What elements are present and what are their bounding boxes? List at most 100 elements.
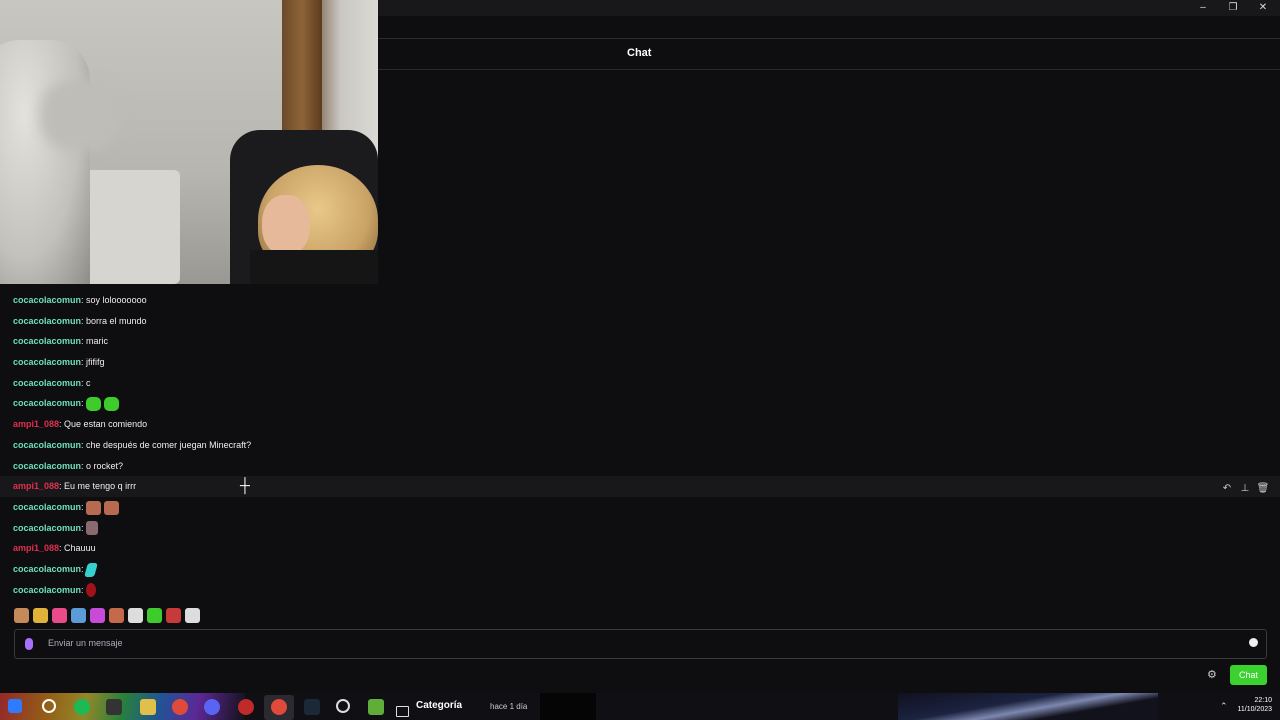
- webcam-armchair: [80, 170, 180, 284]
- webcam-person: [0, 40, 90, 284]
- discord-icon[interactable]: [204, 699, 220, 715]
- recent-emote[interactable]: [185, 608, 200, 623]
- chat-message-text: :: [81, 398, 84, 409]
- app-icon[interactable]: [106, 699, 122, 715]
- chrome-icon-active[interactable]: [271, 699, 287, 715]
- chat-title: Chat: [627, 47, 652, 59]
- recent-emote[interactable]: [71, 608, 86, 623]
- spotify-icon[interactable]: [74, 699, 90, 715]
- chat-message[interactable]: cocacolacomun: o rocket?: [0, 456, 1280, 477]
- chat-username[interactable]: ampi1_088: [13, 543, 59, 553]
- chat-username[interactable]: ampi1_088: [13, 419, 59, 429]
- chat-username[interactable]: cocacolacomun: [13, 378, 81, 388]
- face-emote[interactable]: [86, 500, 102, 515]
- chat-message-input[interactable]: Enviar un mensaje: [14, 629, 1267, 659]
- taskbar-time-ago: hace 1 día: [490, 702, 528, 711]
- cyan-figure-emote[interactable]: [84, 562, 98, 577]
- obs-icon[interactable]: [238, 699, 254, 715]
- chat-username[interactable]: cocacolacomun: [13, 295, 81, 305]
- steam-icon[interactable]: [304, 699, 320, 715]
- recent-emote[interactable]: [52, 608, 67, 623]
- chrome-icon[interactable]: [172, 699, 188, 715]
- chat-message-text: : maric: [81, 336, 109, 347]
- recent-emote[interactable]: [128, 608, 143, 623]
- chat-username[interactable]: cocacolacomun: [13, 398, 81, 408]
- system-clock[interactable]: 22:10 11/10/2023: [1237, 696, 1272, 714]
- recent-emote[interactable]: [90, 608, 105, 623]
- send-chat-button[interactable]: Chat: [1230, 665, 1267, 685]
- chat-message[interactable]: cocacolacomun: che después de comer jueg…: [0, 435, 1280, 456]
- start-menu-icon[interactable]: [8, 699, 22, 713]
- chat-message-text: : jfififg: [81, 357, 105, 368]
- chat-username[interactable]: cocacolacomun: [13, 336, 81, 346]
- tray-chevron-up-icon[interactable]: ⌃: [1220, 701, 1228, 712]
- chat-message[interactable]: cocacolacomun: soy lolooooooo: [0, 290, 1280, 311]
- recent-emote[interactable]: [166, 608, 181, 623]
- chat-message-text: : c: [81, 377, 91, 388]
- chat-message[interactable]: cocacolacomun:: [0, 518, 1280, 539]
- small-figure-emote[interactable]: [86, 521, 99, 536]
- chat-username[interactable]: cocacolacomun: [13, 357, 81, 367]
- chat-input-placeholder: Enviar un mensaje: [48, 638, 123, 648]
- green-creeper-emote[interactable]: [104, 397, 120, 412]
- chat-username[interactable]: cocacolacomun: [13, 316, 81, 326]
- chat-username[interactable]: ampi1_088: [13, 481, 59, 491]
- minecraft-icon[interactable]: [368, 699, 384, 715]
- chat-settings-gear-icon[interactable]: ⚙: [1207, 668, 1217, 681]
- chat-username[interactable]: cocacolacomun: [13, 461, 81, 471]
- webcam-person-shirt: [250, 250, 378, 284]
- green-creeper-emote[interactable]: [86, 397, 102, 412]
- window-titlebar: – ❐ ✕: [378, 0, 1280, 16]
- chat-header: Chat: [378, 38, 1280, 70]
- webcam-person-face: [262, 195, 310, 255]
- chat-message[interactable]: cocacolacomun: maric: [0, 331, 1280, 352]
- clock-date: 11/10/2023: [1237, 706, 1272, 713]
- chat-username[interactable]: cocacolacomun: [13, 585, 81, 595]
- chat-message[interactable]: ampi1_088: Eu me tengo q irrr ↶ ⊥ 🗑: [0, 476, 1280, 497]
- chat-message[interactable]: cocacolacomun:: [0, 497, 1280, 518]
- taskbar-thumbnail: [540, 693, 596, 720]
- taskbar-category-label: Categoría: [416, 700, 463, 711]
- face-emote[interactable]: [104, 500, 120, 515]
- recent-emote[interactable]: [109, 608, 124, 623]
- chat-message-text: :: [81, 563, 84, 574]
- microphone-icon[interactable]: [25, 638, 33, 650]
- chat-message[interactable]: cocacolacomun:: [0, 559, 1280, 580]
- chat-message[interactable]: cocacolacomun: borra el mundo: [0, 311, 1280, 332]
- file-explorer-icon[interactable]: [140, 699, 156, 715]
- chat-username[interactable]: cocacolacomun: [13, 564, 81, 574]
- taskbar-wallpaper-preview: [898, 693, 1158, 720]
- chat-message[interactable]: cocacolacomun:: [0, 580, 1280, 601]
- chat-message-text: :: [81, 584, 84, 595]
- chat-message-text: : Chauuu: [59, 543, 96, 554]
- chat-message-text: :: [81, 501, 84, 512]
- webcam-feed: [0, 0, 378, 284]
- chat-message[interactable]: cocacolacomun: c: [0, 373, 1280, 394]
- chat-username[interactable]: cocacolacomun: [13, 523, 81, 533]
- chat-message-text: :: [81, 522, 84, 533]
- app-ring-icon[interactable]: [336, 699, 350, 713]
- recent-emote[interactable]: [14, 608, 29, 623]
- chat-message-list: cocacolacomun: soy lolooooooo cocacolacom…: [0, 290, 1280, 600]
- red-figure-emote[interactable]: [86, 583, 97, 598]
- chat-message[interactable]: cocacolacomun: jfififg: [0, 352, 1280, 373]
- crosshair-cursor-icon: ┼: [240, 477, 250, 493]
- chat-message[interactable]: ampi1_088: Chauuu: [0, 538, 1280, 559]
- emote-picker-row: [14, 608, 204, 625]
- emote-picker-icon[interactable]: [1249, 638, 1258, 647]
- chat-message-text: : soy lolooooooo: [81, 295, 147, 305]
- recent-emote[interactable]: [147, 608, 162, 623]
- chat-username[interactable]: cocacolacomun: [13, 440, 81, 450]
- search-icon[interactable]: [42, 699, 56, 713]
- maximize-button[interactable]: ❐: [1218, 0, 1248, 16]
- chat-message[interactable]: cocacolacomun:: [0, 393, 1280, 414]
- clock-time: 22:10: [1254, 697, 1272, 704]
- chat-message-text: : o rocket?: [81, 460, 124, 471]
- chat-message[interactable]: ampi1_088: Que estan comiendo: [0, 414, 1280, 435]
- webcam-arm: [40, 80, 120, 150]
- close-button[interactable]: ✕: [1248, 0, 1278, 16]
- chat-message-text: : che después de comer juegan Minecraft?: [81, 439, 252, 450]
- recent-emote[interactable]: [33, 608, 48, 623]
- minimize-button[interactable]: –: [1188, 0, 1218, 16]
- chat-username[interactable]: cocacolacomun: [13, 502, 81, 512]
